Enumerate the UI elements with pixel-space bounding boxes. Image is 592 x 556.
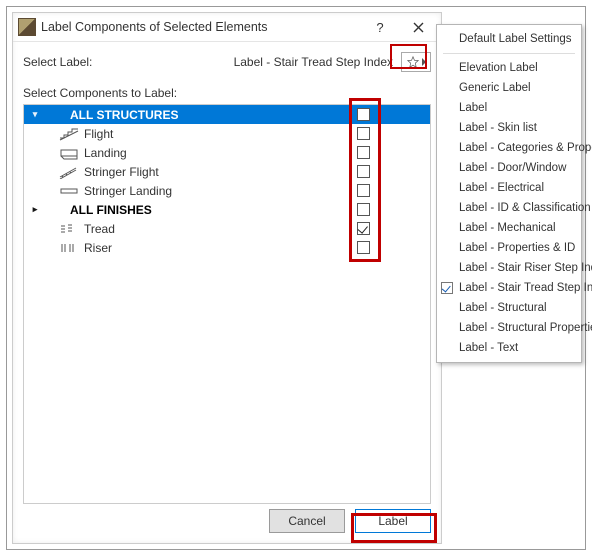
label-button[interactable]: Label (355, 509, 431, 533)
menu-item[interactable]: Label - Mechanical (437, 218, 581, 238)
checkbox[interactable] (357, 241, 370, 254)
menu-item-label: Elevation Label (459, 62, 538, 74)
menu-item-label: Label (459, 102, 487, 114)
stringer-flight-icon (58, 165, 80, 179)
tree-item-label: Flight (84, 127, 430, 141)
menu-item[interactable]: Label - Door/Window (437, 158, 581, 178)
favorites-button[interactable] (401, 52, 431, 72)
help-button[interactable]: ? (361, 13, 399, 41)
menu-item[interactable]: Label - Text (437, 338, 581, 358)
menu-item[interactable]: Generic Label (437, 78, 581, 98)
checkbox[interactable] (357, 108, 370, 121)
checkbox[interactable] (357, 146, 370, 159)
menu-item[interactable]: Label - Stair Tread Step Index (437, 278, 581, 298)
menu-item[interactable]: Label - Structural (437, 298, 581, 318)
app-icon (19, 19, 35, 35)
close-icon (413, 22, 424, 33)
star-icon (406, 55, 420, 69)
expand-icon: ▸ (30, 204, 40, 215)
menu-item-label: Default Label Settings (459, 33, 572, 45)
menu-item-label: Label - Electrical (459, 182, 544, 194)
menu-item-label: Label - Mechanical (459, 222, 556, 234)
menu-item[interactable]: Label (437, 98, 581, 118)
tree-item[interactable]: Riser (24, 238, 430, 257)
menu-item-label: Label - ID & Classification (459, 202, 591, 214)
cancel-button[interactable]: Cancel (269, 509, 345, 533)
menu-item-label: Label - Categories & Properties (459, 142, 592, 154)
menu-separator (443, 53, 575, 54)
menu-item-label: Label - Door/Window (459, 162, 566, 174)
menu-item[interactable]: Label - Properties & ID (437, 238, 581, 258)
riser-icon (58, 241, 80, 255)
menu-item-label: Label - Structural (459, 302, 547, 314)
tread-icon (58, 222, 80, 236)
select-label-row: Select Label: Label - Stair Tread Step I… (23, 50, 431, 74)
tree-item[interactable]: Stringer Landing (24, 181, 430, 200)
stringer-landing-icon (58, 184, 80, 198)
menu-item[interactable]: Label - Categories & Properties (437, 138, 581, 158)
checkbox[interactable] (357, 165, 370, 178)
selected-label-value: Label - Stair Tread Step Index (92, 55, 401, 69)
tree-item-label: Riser (84, 241, 430, 255)
titlebar: Label Components of Selected Elements ? (13, 13, 441, 42)
select-components-label: Select Components to Label: (23, 86, 431, 100)
tree-item[interactable]: Flight (24, 124, 430, 143)
tree-group[interactable]: ▾ ALL STRUCTURES (24, 105, 430, 124)
landing-icon (58, 146, 80, 160)
chevron-right-icon (421, 58, 427, 66)
menu-item[interactable]: Label - Electrical (437, 178, 581, 198)
menu-item-default-label-settings[interactable]: Default Label Settings (437, 29, 581, 49)
menu-item[interactable]: Label - Skin list (437, 118, 581, 138)
flight-icon (58, 127, 80, 141)
tree-item-label: Landing (84, 146, 430, 160)
menu-item-label: Label - Stair Tread Step Index (459, 282, 592, 294)
menu-item-label: Label - Stair Riser Step Index (459, 262, 592, 274)
tree-group-label: ALL STRUCTURES (46, 108, 430, 122)
expand-icon: ▾ (30, 109, 40, 120)
menu-item[interactable]: Label - Structural Properties (437, 318, 581, 338)
menu-item-label: Generic Label (459, 82, 531, 94)
tree-item[interactable]: Stringer Flight (24, 162, 430, 181)
tree-item-label: Stringer Flight (84, 165, 430, 179)
close-button[interactable] (399, 13, 437, 41)
menu-item-label: Label - Structural Properties (459, 322, 592, 334)
tree-item[interactable]: Landing (24, 143, 430, 162)
checkbox[interactable] (357, 203, 370, 216)
menu-item[interactable]: Label - Stair Riser Step Index (437, 258, 581, 278)
menu-item[interactable]: Label - ID & Classification (437, 198, 581, 218)
checkbox[interactable] (357, 222, 370, 235)
components-tree[interactable]: ▾ ALL STRUCTURES Flight Landing Stringer Fl… (23, 104, 431, 504)
dialog-body: Select Label: Label - Stair Tread Step I… (13, 42, 441, 504)
label-components-dialog: Label Components of Selected Elements ? … (12, 12, 442, 544)
tree-group-label: ALL FINISHES (46, 203, 430, 217)
favorites-popup: Default Label Settings Elevation Label Ge… (436, 24, 582, 363)
dialog-title: Label Components of Selected Elements (41, 20, 361, 34)
dialog-footer: Cancel Label (13, 504, 441, 543)
tree-item-label: Stringer Landing (84, 184, 430, 198)
menu-item-label: Label - Skin list (459, 122, 537, 134)
tree-item[interactable]: Tread (24, 219, 430, 238)
tree-item-label: Tread (84, 222, 430, 236)
menu-item-label: Label - Properties & ID (459, 242, 575, 254)
tree-group[interactable]: ▸ ALL FINISHES (24, 200, 430, 219)
menu-item[interactable]: Elevation Label (437, 58, 581, 78)
checkbox[interactable] (357, 184, 370, 197)
select-label-text: Select Label: (23, 55, 92, 69)
check-icon (441, 282, 453, 294)
menu-item-label: Label - Text (459, 342, 518, 354)
checkbox[interactable] (357, 127, 370, 140)
